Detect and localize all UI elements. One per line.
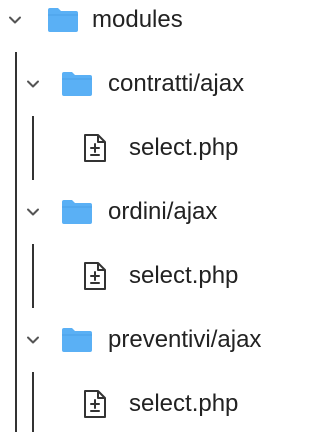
tree-item-ordini-ajax[interactable]: ordini/ajax: [22, 192, 217, 232]
chevron-down-icon[interactable]: [22, 329, 44, 351]
tree-item-file-select-php[interactable]: select.php: [80, 384, 238, 424]
tree-item-modules[interactable]: modules: [4, 0, 183, 40]
tree-item-label: preventivi/ajax: [108, 326, 262, 353]
tree-guide-contratti: [32, 116, 34, 180]
file-diff-icon: [80, 388, 110, 420]
tree-item-label: select.php: [129, 390, 239, 417]
tree-guide-preventivi: [32, 372, 34, 432]
file-diff-icon: [80, 260, 110, 292]
chevron-down-icon[interactable]: [22, 201, 44, 223]
tree-item-label: select.php: [129, 134, 239, 161]
tree-item-preventivi-ajax[interactable]: preventivi/ajax: [22, 320, 261, 360]
folder-icon: [60, 198, 94, 226]
tree-item-label: contratti/ajax: [108, 70, 245, 97]
tree-guide-root: [15, 52, 17, 432]
tree-item-contratti-ajax[interactable]: contratti/ajax: [22, 64, 244, 104]
file-tree: modules contratti/ajax select.php ordini…: [0, 0, 296, 432]
folder-icon: [46, 6, 80, 34]
file-diff-icon: [80, 132, 110, 164]
chevron-down-icon[interactable]: [4, 9, 26, 31]
tree-item-label: ordini/ajax: [108, 198, 218, 225]
tree-guide-ordini: [32, 244, 34, 308]
tree-item-label: modules: [92, 6, 183, 33]
folder-icon: [60, 70, 94, 98]
chevron-down-icon[interactable]: [22, 73, 44, 95]
tree-item-file-select-php[interactable]: select.php: [80, 128, 238, 168]
tree-item-label: select.php: [129, 262, 239, 289]
folder-icon: [60, 326, 94, 354]
tree-item-file-select-php[interactable]: select.php: [80, 256, 238, 296]
